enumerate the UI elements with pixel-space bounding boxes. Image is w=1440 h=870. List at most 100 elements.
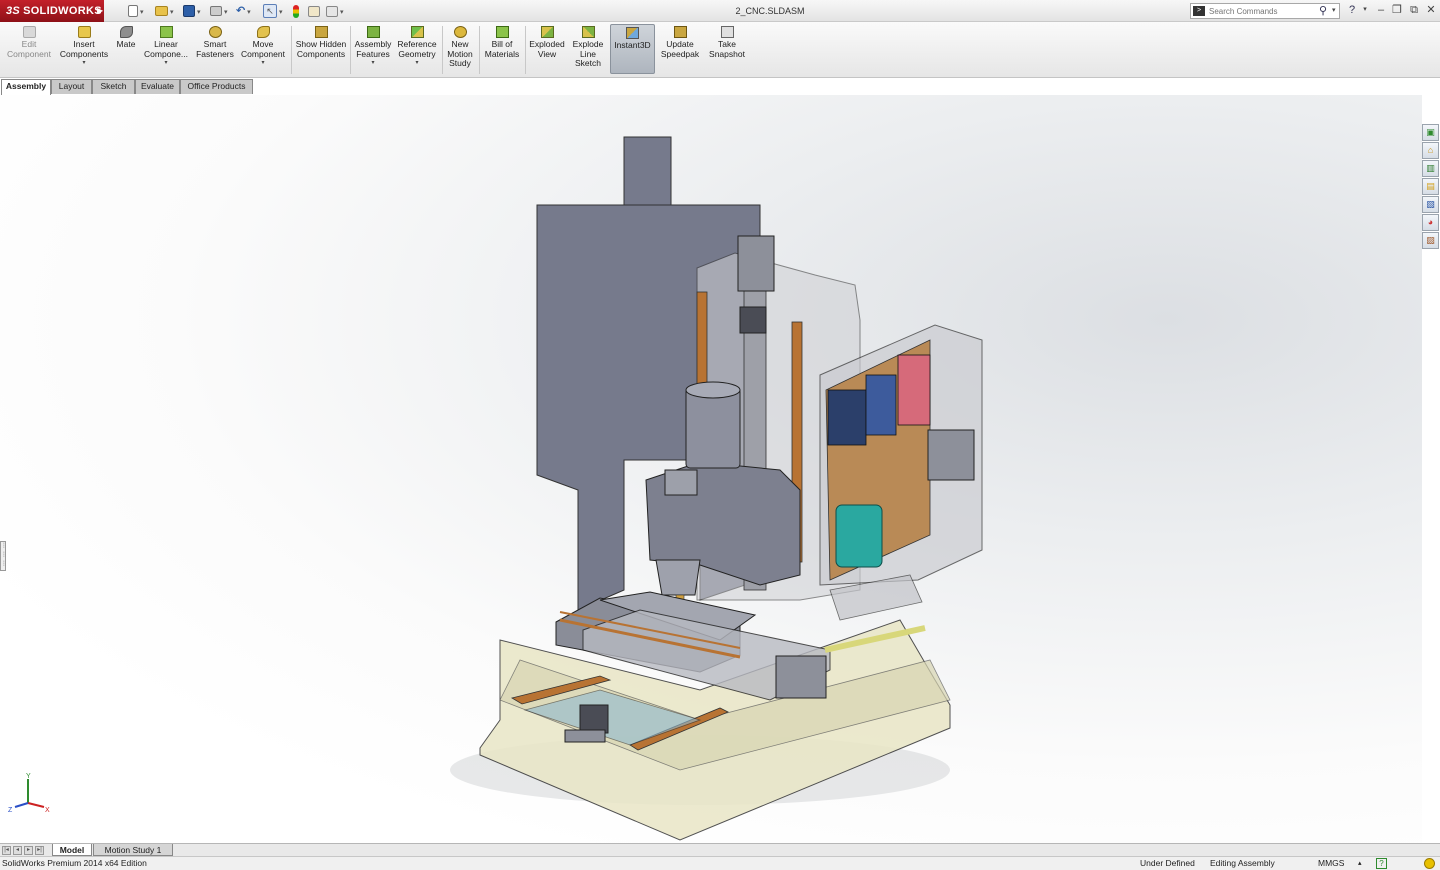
print-icon[interactable]: ▾ — [210, 3, 227, 19]
view-settings-icon[interactable]: ▦▾ — [805, 95, 817, 98]
new-motion-study-button[interactable]: New Motion Study — [444, 24, 476, 69]
solidworks-window: { "app": { "brand": "SOLIDWORKS", "brand… — [0, 0, 1440, 870]
y-axis-label: Y — [26, 773, 31, 780]
tab-layout[interactable]: Layout — [51, 79, 92, 94]
restore-down-icon[interactable]: ⧉ — [1407, 3, 1421, 17]
stepper-driver-1 — [827, 389, 867, 446]
linear-pattern-dropdown-icon[interactable]: ▾ — [142, 59, 190, 67]
restore-icon[interactable]: ❐ — [1390, 3, 1404, 17]
file-properties-icon[interactable] — [308, 3, 320, 19]
explode-line-sketch-label: Explode Line Sketch — [572, 39, 604, 68]
select-icon[interactable]: ↖ ▾ — [263, 3, 282, 19]
linear-component-pattern-button[interactable]: Linear Compone... ▾ — [142, 24, 190, 67]
separator — [350, 26, 351, 74]
tab-sketch[interactable]: Sketch — [92, 79, 135, 94]
zoom-to-fit-icon[interactable]: ⌕ — [609, 95, 615, 97]
reference-geometry-icon — [410, 26, 424, 38]
explode-line-sketch-button[interactable]: Explode Line Sketch — [569, 24, 607, 69]
reference-triad: Y X Z — [8, 773, 50, 814]
new-motion-study-label: New Motion Study — [447, 39, 473, 68]
tab-office-products[interactable]: Office Products — [180, 79, 253, 94]
next-tab-icon[interactable]: ▸ — [24, 846, 33, 855]
minimize-icon[interactable]: – — [1374, 3, 1388, 17]
search-commands-box[interactable]: > ⚲ ▾ — [1190, 3, 1340, 19]
edit-component-button[interactable]: Edit Component — [4, 24, 54, 59]
open-document-icon[interactable]: ▾ — [155, 3, 173, 19]
view-orientation-icon[interactable]: ◫▾ — [677, 95, 689, 98]
bill-of-materials-button[interactable]: Bill of Materials — [481, 24, 523, 59]
edit-component-label: Edit Component — [7, 39, 51, 59]
update-speedpak-button[interactable]: Update Speedpak — [658, 24, 702, 59]
home-icon[interactable]: ⌂ — [1422, 142, 1439, 159]
custom-properties-icon[interactable]: ▨ — [1422, 232, 1439, 249]
display-style-icon[interactable]: ◨▾ — [705, 95, 717, 98]
insert-components-dropdown-icon[interactable]: ▾ — [57, 59, 111, 67]
apply-scene-icon[interactable]: ◉▾ — [777, 95, 789, 98]
move-component-dropdown-icon[interactable]: ▾ — [239, 59, 287, 67]
tab-motion-study-1[interactable]: Motion Study 1 — [93, 844, 173, 856]
help-status-icon[interactable]: ? — [1376, 858, 1387, 869]
design-library-icon[interactable]: ▥ — [1422, 160, 1439, 177]
options-icon[interactable]: ▾ — [326, 3, 343, 19]
mate-button[interactable]: Mate — [113, 24, 139, 50]
status-bar: SolidWorks Premium 2014 x64 Edition Unde… — [0, 856, 1440, 870]
relay-module — [927, 429, 975, 481]
file-explorer-icon[interactable]: ▤ — [1422, 178, 1439, 195]
section-view-icon[interactable]: ◧ — [661, 95, 670, 97]
rebuild-icon[interactable] — [293, 3, 299, 19]
take-snapshot-button[interactable]: Take Snapshot — [705, 24, 749, 59]
edit-mode-status: Editing Assembly — [1210, 858, 1275, 868]
show-hidden-icon — [314, 26, 328, 38]
logo-menu-arrow-icon[interactable]: ▶ — [97, 0, 105, 22]
exploded-view-icon — [540, 26, 554, 38]
solidworks-resources-icon[interactable]: ▣ — [1422, 124, 1439, 141]
exploded-view-button[interactable]: Exploded View — [527, 24, 567, 59]
bom-icon — [495, 26, 509, 38]
tab-evaluate[interactable]: Evaluate — [135, 79, 180, 94]
save-icon[interactable]: ▾ — [183, 3, 200, 19]
explode-line-sketch-icon — [581, 26, 595, 38]
close-icon[interactable]: ✕ — [1424, 3, 1438, 17]
reference-geometry-label: Reference Geometry — [397, 39, 437, 59]
reference-geometry-button[interactable]: Reference Geometry ▾ — [396, 24, 438, 67]
last-tab-icon[interactable]: ▸| — [35, 846, 44, 855]
help-dropdown-icon[interactable]: ▾ — [1358, 3, 1372, 17]
cnc-assembly-model[interactable] — [0, 95, 1422, 843]
show-hidden-label: Show Hidden Components — [295, 39, 347, 59]
show-hidden-components-button[interactable]: Show Hidden Components — [294, 24, 348, 59]
smart-fasteners-button[interactable]: Smart Fasteners — [193, 24, 237, 59]
solidworks-logo[interactable]: 3S SOLIDWORKS — [0, 0, 104, 22]
previous-tab-icon[interactable]: ◂ — [13, 846, 22, 855]
feature-manager-expand-handle[interactable]: ⋮ ⋮ ⋮ — [0, 541, 7, 571]
move-component-label: Move Component — [241, 39, 285, 59]
tab-model[interactable]: Model — [52, 844, 92, 856]
undo-icon[interactable]: ↶ ▾ — [236, 3, 251, 19]
instant3d-button[interactable]: Instant3D — [610, 24, 655, 74]
units-caret-icon[interactable]: ▴ — [1358, 857, 1362, 870]
edit-appearance-icon[interactable]: ◕ — [761, 95, 767, 97]
assembly-features-button[interactable]: Assembly Features ▾ — [352, 24, 394, 67]
rebuild-status-icon[interactable] — [1424, 858, 1435, 869]
new-document-icon[interactable]: ▾ — [128, 3, 143, 19]
insert-components-label: Insert Components — [59, 39, 109, 59]
move-component-button[interactable]: Move Component ▾ — [239, 24, 287, 67]
units-selector[interactable]: MMGS — [1318, 857, 1344, 870]
tab-assembly[interactable]: Assembly — [1, 79, 51, 95]
power-supply — [835, 504, 883, 568]
previous-view-icon[interactable]: ⤺ — [643, 95, 654, 97]
search-input[interactable] — [1209, 5, 1319, 17]
first-tab-icon[interactable]: |◂ — [2, 846, 11, 855]
exploded-view-label: Exploded View — [529, 39, 565, 59]
appearances-icon[interactable]: ◕ — [1422, 214, 1439, 231]
view-palette-icon[interactable]: ▧ — [1422, 196, 1439, 213]
hide-show-items-icon[interactable]: ⚯▾ — [731, 95, 742, 98]
graphics-area[interactable]: ⌕ ⌕ ⤺ ◧ ◫▾ ◨▾ ⚯▾ ◕ ◉▾ ▦▾ ▭ ▭ – ❐ ✕ ⋮⋮⋮ Y… — [0, 95, 1422, 843]
help-icon[interactable]: ? — [1345, 3, 1359, 17]
search-dropdown-icon[interactable]: ▾ — [1332, 6, 1336, 14]
search-icon[interactable]: ⚲ — [1319, 4, 1327, 17]
zoom-to-area-icon[interactable]: ⌕ — [625, 95, 631, 97]
update-speedpak-label: Update Speedpak — [660, 39, 700, 59]
insert-components-button[interactable]: Insert Components ▾ — [57, 24, 111, 67]
assembly-features-dropdown-icon[interactable]: ▾ — [352, 59, 394, 67]
reference-geometry-dropdown-icon[interactable]: ▾ — [396, 59, 438, 67]
